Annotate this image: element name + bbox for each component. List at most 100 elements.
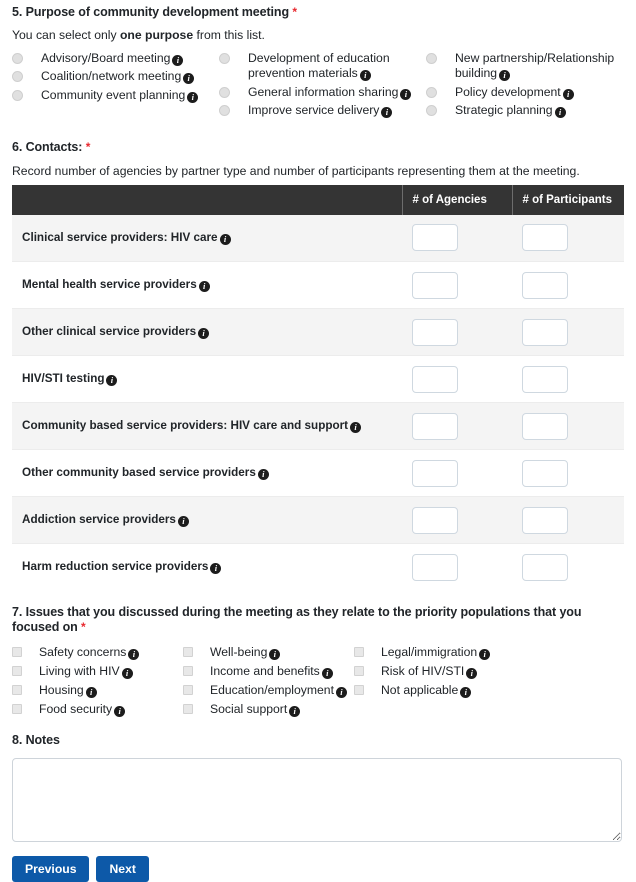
checkbox-option-living-with-hiv[interactable]: Living with HIV i (12, 663, 183, 679)
table-row: Mental health service providers i (12, 261, 624, 310)
notes-textarea[interactable] (12, 757, 622, 842)
checkbox-icon[interactable] (183, 665, 193, 676)
info-icon[interactable]: i (554, 107, 566, 119)
checkbox-icon[interactable] (183, 646, 193, 657)
info-icon[interactable]: i (289, 705, 301, 717)
info-icon[interactable]: i (499, 70, 511, 82)
info-icon[interactable]: i (219, 233, 231, 245)
info-icon[interactable]: i (198, 281, 210, 293)
info-icon[interactable]: i (479, 648, 491, 660)
previous-button[interactable]: Previous (12, 855, 90, 882)
radio-option-coalition-network-meeting[interactable]: Coalition/network meeting i (12, 69, 219, 85)
contacts-table-body: Clinical service providers: HIV care i Me… (12, 214, 624, 591)
option-label: Housing i (39, 682, 97, 698)
radio-button-icon[interactable] (426, 52, 437, 64)
participants-input[interactable] (522, 412, 568, 440)
participants-input[interactable] (522, 271, 568, 299)
checkbox-option-social-support[interactable]: Social support i (183, 701, 354, 717)
radio-option-community-event-planning[interactable]: Community event planning i (12, 88, 219, 104)
checkbox-option-legal-immigration[interactable]: Legal/immigration i (354, 644, 624, 660)
info-icon[interactable]: i (85, 686, 97, 698)
info-icon[interactable]: i (562, 88, 574, 100)
info-icon[interactable]: i (269, 648, 281, 660)
radio-button-icon[interactable] (426, 105, 437, 117)
info-icon[interactable]: i (350, 422, 362, 434)
agencies-cell (402, 261, 512, 310)
info-icon[interactable]: i (183, 73, 195, 85)
radio-option-policy-development[interactable]: Policy development i (426, 85, 624, 101)
checkbox-option-food-security[interactable]: Food security i (12, 701, 183, 717)
radio-button-icon[interactable] (12, 52, 23, 64)
info-icon[interactable]: i (466, 667, 478, 679)
radio-option-improve-service-delivery[interactable]: Improve service delivery i (219, 103, 426, 119)
participants-input[interactable] (522, 506, 568, 534)
info-icon[interactable]: i (198, 328, 210, 340)
checkbox-option-education-employment[interactable]: Education/employment i (183, 682, 354, 698)
checkbox-icon[interactable] (354, 665, 364, 676)
info-icon[interactable]: i (128, 648, 140, 660)
agencies-input[interactable] (412, 459, 458, 487)
checkbox-option-risk-of-hiv-sti[interactable]: Risk of HIV/STI i (354, 663, 624, 679)
purpose-column-1: Advisory/Board meeting i Coalition/networ… (12, 51, 219, 122)
radio-button-icon[interactable] (219, 52, 230, 64)
info-icon[interactable]: i (257, 469, 269, 481)
participants-input[interactable] (522, 318, 568, 346)
info-icon[interactable]: i (106, 375, 118, 387)
info-icon[interactable]: i (210, 563, 222, 575)
info-icon[interactable]: i (321, 667, 333, 679)
info-icon[interactable]: i (381, 107, 393, 119)
participants-input[interactable] (522, 365, 568, 393)
radio-option-advisory-board-meeting[interactable]: Advisory/Board meeting i (12, 51, 219, 67)
radio-option-general-information-sharing[interactable]: General information sharing i (219, 85, 426, 101)
radio-button-icon[interactable] (12, 71, 23, 83)
checkbox-icon[interactable] (12, 665, 22, 676)
info-icon[interactable]: i (177, 516, 189, 528)
checkbox-icon[interactable] (354, 684, 364, 695)
radio-button-icon[interactable] (12, 89, 23, 101)
checkbox-icon[interactable] (183, 684, 193, 695)
participants-input[interactable] (522, 553, 568, 581)
next-button[interactable]: Next (96, 855, 149, 882)
row-label-cell: Harm reduction service providers i (12, 543, 402, 591)
issues-options-grid: Safety concerns i Living with HIV i Housin… (12, 644, 624, 720)
checkbox-icon[interactable] (12, 703, 22, 714)
radio-option-development-of-education-prevention-materials[interactable]: Development of education prevention mate… (219, 51, 426, 82)
agencies-input[interactable] (412, 412, 458, 440)
info-icon[interactable]: i (400, 88, 412, 100)
participants-input[interactable] (522, 224, 568, 252)
question-5-instruction: You can select only one purpose from thi… (12, 28, 624, 44)
table-row: Clinical service providers: HIV care i (12, 214, 624, 263)
checkbox-option-income-and-benefits[interactable]: Income and benefits i (183, 663, 354, 679)
info-icon[interactable]: i (121, 667, 133, 679)
row-label-cell: Clinical service providers: HIV care i (12, 214, 402, 263)
radio-button-icon[interactable] (219, 86, 230, 98)
agencies-cell (402, 496, 512, 545)
checkbox-icon[interactable] (12, 646, 22, 657)
participants-input[interactable] (522, 459, 568, 487)
agencies-input[interactable] (412, 506, 458, 534)
info-icon[interactable]: i (335, 686, 347, 698)
agencies-input[interactable] (412, 224, 458, 252)
info-icon[interactable]: i (114, 705, 126, 717)
info-icon[interactable]: i (172, 54, 184, 66)
checkbox-option-well-being[interactable]: Well-being i (183, 644, 354, 660)
info-icon[interactable]: i (187, 91, 199, 103)
info-icon[interactable]: i (460, 686, 472, 698)
checkbox-option-not-applicable[interactable]: Not applicable i (354, 682, 624, 698)
checkbox-option-housing[interactable]: Housing i (12, 682, 183, 698)
checkbox-icon[interactable] (183, 703, 193, 714)
option-label: Living with HIV i (39, 663, 133, 679)
agencies-input[interactable] (412, 318, 458, 346)
agencies-input[interactable] (412, 365, 458, 393)
checkbox-icon[interactable] (12, 684, 22, 695)
checkbox-option-safety-concerns[interactable]: Safety concerns i (12, 644, 183, 660)
agencies-cell (402, 308, 512, 357)
info-icon[interactable]: i (359, 70, 371, 82)
agencies-input[interactable] (412, 271, 458, 299)
agencies-input[interactable] (412, 553, 458, 581)
radio-button-icon[interactable] (426, 86, 437, 98)
radio-button-icon[interactable] (219, 105, 230, 117)
checkbox-icon[interactable] (354, 646, 364, 657)
radio-option-strategic-planning[interactable]: Strategic planning i (426, 103, 624, 119)
radio-option-new-partnership-relationship-building[interactable]: New partnership/Relationship building i (426, 51, 624, 82)
